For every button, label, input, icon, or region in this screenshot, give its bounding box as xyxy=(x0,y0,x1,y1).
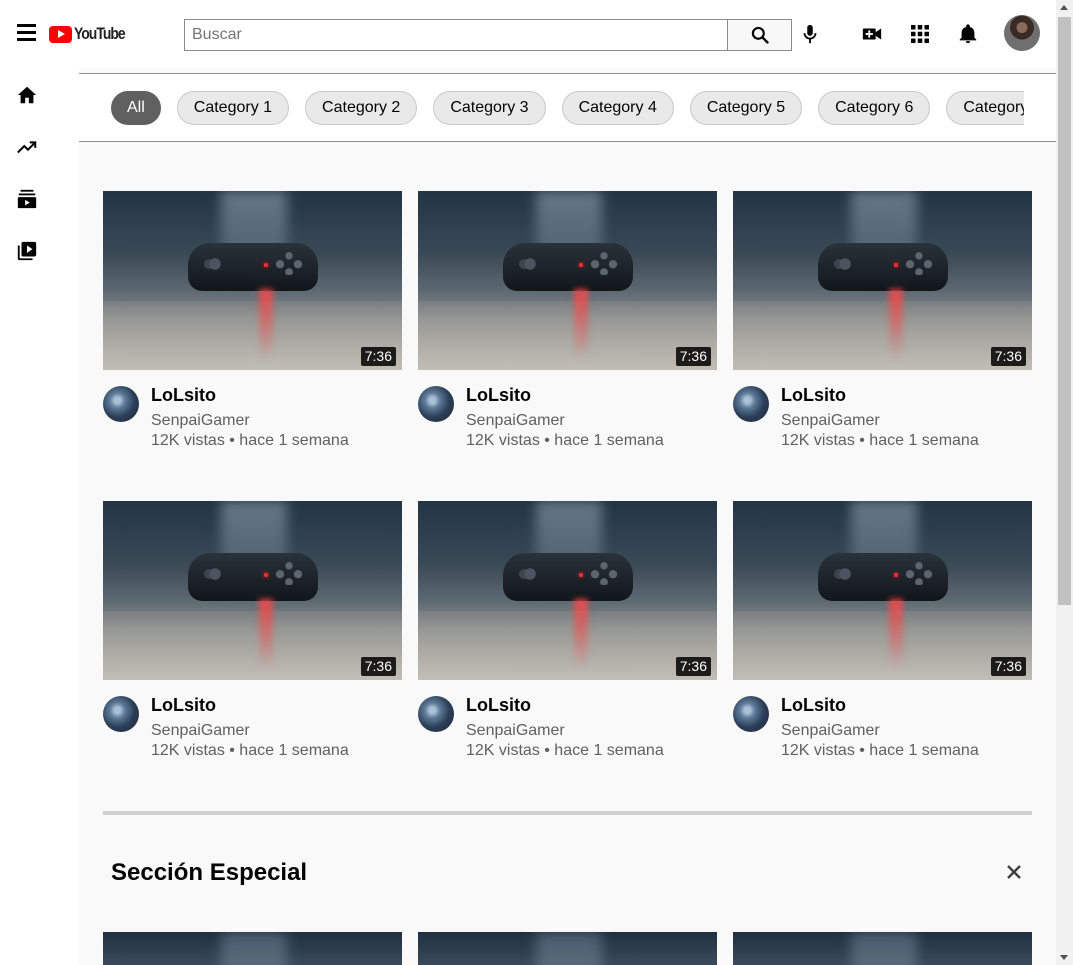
channel-name[interactable]: SenpaiGamer xyxy=(781,411,979,431)
video-card[interactable]: 7:36 LoLsito SenpaiGamer 12K vistas • hace … xyxy=(103,501,402,811)
video-title[interactable]: LoLsito xyxy=(151,694,349,716)
channel-name[interactable]: SenpaiGamer xyxy=(466,721,664,741)
menu-icon[interactable] xyxy=(17,24,37,42)
chip-category[interactable]: Category 3 xyxy=(433,91,546,125)
user-avatar[interactable] xyxy=(1004,15,1040,51)
video-card[interactable]: 7:36 LoLsito SenpaiGamer 12K vistas • hace … xyxy=(733,501,1032,811)
library-icon[interactable] xyxy=(16,240,38,262)
video-card[interactable]: 7:36 LoLsito SenpaiGamer 12K vistas • hace … xyxy=(418,191,717,501)
chip-category[interactable]: Category 1 xyxy=(176,91,290,125)
scroll-up-arrow-icon[interactable] xyxy=(1060,5,1068,10)
video-stats: 12K vistas • hace 1 semana xyxy=(151,742,349,759)
video-thumbnail[interactable]: 7:36 xyxy=(733,501,1032,680)
video-duration: 7:36 xyxy=(360,347,396,366)
scrollbar[interactable] xyxy=(1056,0,1073,965)
search-input[interactable] xyxy=(184,19,727,51)
video-grid: 7:36 LoLsito SenpaiGamer 12K vistas • hace … xyxy=(103,191,1032,811)
channel-name[interactable]: SenpaiGamer xyxy=(151,411,349,431)
scroll-down-arrow-icon[interactable] xyxy=(1060,955,1068,960)
video-card[interactable]: 7:36 LoLsito SenpaiGamer 12K vistas • hace … xyxy=(418,501,717,811)
sidebar xyxy=(0,68,79,965)
video-duration: 7:36 xyxy=(990,347,1026,366)
video-stats: 12K vistas • hace 1 semana xyxy=(466,432,664,449)
video-duration: 7:36 xyxy=(675,347,711,366)
apps-grid-icon[interactable] xyxy=(907,21,933,47)
category-chips-bar: All Category 1 Category 2 Category 3 Categor… xyxy=(79,74,1056,142)
video-card[interactable]: 7:36 LoLsito SenpaiGamer 12K vistas • hace … xyxy=(733,191,1032,501)
video-thumbnail[interactable]: 7:36 xyxy=(103,501,402,680)
video-thumbnail[interactable]: 7:36 xyxy=(418,191,717,370)
trending-icon[interactable] xyxy=(16,136,38,158)
video-title[interactable]: LoLsito xyxy=(781,384,979,406)
channel-name[interactable]: SenpaiGamer xyxy=(151,721,349,741)
video-thumbnail[interactable]: 7:36 xyxy=(733,191,1032,370)
channel-avatar[interactable] xyxy=(103,386,139,422)
video-stats: 12K vistas • hace 1 semana xyxy=(781,742,979,759)
video-duration: 7:36 xyxy=(990,657,1026,676)
chip-category[interactable]: Category 5 xyxy=(689,91,803,125)
search-icon xyxy=(751,26,769,44)
video-duration: 7:36 xyxy=(360,657,396,676)
subscriptions-icon[interactable] xyxy=(16,188,38,210)
logo-text: YouTube xyxy=(74,24,126,43)
youtube-play-logo-icon xyxy=(49,25,72,43)
search-button[interactable] xyxy=(727,19,792,51)
channel-avatar[interactable] xyxy=(418,386,454,422)
channel-name[interactable]: SenpaiGamer xyxy=(781,721,979,741)
channel-avatar[interactable] xyxy=(733,696,769,732)
video-stats: 12K vistas • hace 1 semana xyxy=(151,432,349,449)
special-video-thumbnail[interactable] xyxy=(418,932,717,965)
video-title[interactable]: LoLsito xyxy=(466,384,664,406)
video-card[interactable]: 7:36 LoLsito SenpaiGamer 12K vistas • hace … xyxy=(103,191,402,501)
close-icon[interactable] xyxy=(1004,862,1024,882)
video-stats: 12K vistas • hace 1 semana xyxy=(466,742,664,759)
special-video-thumbnail[interactable] xyxy=(103,932,402,965)
create-video-icon[interactable] xyxy=(859,21,885,47)
chip-category[interactable]: Category 2 xyxy=(305,91,418,125)
mic-icon[interactable] xyxy=(797,21,823,47)
channel-avatar[interactable] xyxy=(733,386,769,422)
video-thumbnail[interactable]: 7:36 xyxy=(103,191,402,370)
video-stats: 12K vistas • hace 1 semana xyxy=(781,432,979,449)
youtube-logo[interactable]: YouTube xyxy=(49,24,136,44)
video-title[interactable]: LoLsito xyxy=(781,694,979,716)
channel-avatar[interactable] xyxy=(418,696,454,732)
channel-avatar[interactable] xyxy=(103,696,139,732)
video-thumbnail[interactable]: 7:36 xyxy=(418,501,717,680)
special-video-thumbnail[interactable] xyxy=(733,932,1032,965)
video-duration: 7:36 xyxy=(675,657,711,676)
video-title[interactable]: LoLsito xyxy=(151,384,349,406)
channel-name[interactable]: SenpaiGamer xyxy=(466,411,664,431)
notifications-bell-icon[interactable] xyxy=(955,21,981,47)
chip-category[interactable]: Category 7 xyxy=(946,91,1024,125)
video-title[interactable]: LoLsito xyxy=(466,694,664,716)
chip-category[interactable]: Category 4 xyxy=(561,91,674,125)
special-section-title: Sección Especial xyxy=(111,859,308,886)
chip-category[interactable]: Category 6 xyxy=(818,91,931,125)
section-divider xyxy=(103,811,1032,815)
search-bar xyxy=(184,19,792,51)
chips-list: All Category 1 Category 2 Category 3 Categor… xyxy=(111,91,1024,125)
chip-all[interactable]: All xyxy=(111,91,161,125)
scrollbar-thumb[interactable] xyxy=(1058,17,1071,605)
masthead: YouTube xyxy=(0,0,1056,68)
home-icon[interactable] xyxy=(16,84,38,106)
